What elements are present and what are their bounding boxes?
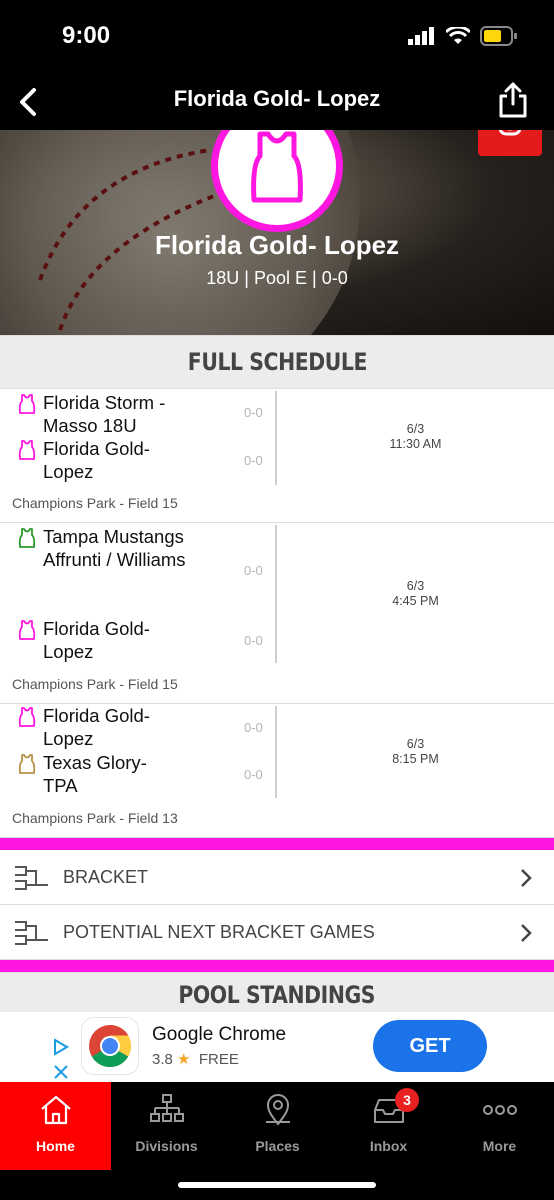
chevron-right-icon — [521, 869, 532, 887]
divisions-icon — [149, 1094, 184, 1122]
team-name: Florida Gold- Lopez — [154, 230, 400, 260]
tab-home[interactable]: Home — [0, 1082, 111, 1170]
bracket-icon — [15, 866, 48, 890]
game-card[interactable]: Florida Gold- Lopez 0-0 Texas Glory-TPA … — [0, 704, 554, 838]
more-dots-icon — [482, 1105, 517, 1115]
location-pin-icon — [265, 1094, 290, 1126]
away-team[interactable]: Florida Gold- Lopez — [16, 437, 203, 483]
get-button[interactable]: GET — [373, 1020, 487, 1072]
team-score: 0-0 — [244, 720, 263, 735]
chrome-app-icon — [82, 1018, 138, 1074]
tab-more[interactable]: More — [444, 1082, 554, 1170]
ad-title: Google Chrome — [152, 1024, 287, 1045]
jersey-icon — [18, 440, 36, 460]
team-name: Florida Gold- Lopez — [43, 618, 150, 662]
link-label: POTENTIAL NEXT BRACKET GAMES — [63, 922, 375, 942]
tab-inbox[interactable]: 3 Inbox — [333, 1082, 444, 1170]
inbox-badge: 3 — [395, 1088, 419, 1112]
team-hero: Florida Gold- Lopez 18U | Pool E | 0-0 — [0, 130, 554, 335]
chrome-logo-icon — [89, 1025, 132, 1068]
game-time: 11:30 AM — [389, 437, 442, 451]
jersey-icon — [18, 754, 36, 774]
nav-bar: Florida Gold- Lopez — [0, 74, 554, 130]
tab-label: Inbox — [369, 1138, 408, 1154]
section-divider — [0, 838, 554, 850]
team-score: 0-0 — [244, 453, 263, 468]
full-schedule-header: FULL SCHEDULE — [0, 335, 554, 389]
bracket-icon — [15, 921, 48, 945]
star-icon: ★ — [177, 1051, 191, 1068]
section-divider — [0, 960, 554, 972]
team-score: 0-0 — [244, 767, 263, 782]
game-venue: Champions Park - Field 15 — [12, 676, 178, 692]
ad-banner[interactable]: Google Chrome 3.8 ★ FREE GET — [0, 1012, 554, 1082]
jersey-icon — [251, 131, 303, 203]
home-team[interactable]: Florida Gold- Lopez — [16, 704, 163, 750]
share-icon[interactable] — [496, 80, 530, 120]
tab-label: Home — [36, 1138, 75, 1154]
link-label: BRACKET — [63, 867, 149, 887]
game-time: 8:15 PM — [392, 752, 439, 766]
ad-rating: 3.8 — [152, 1051, 173, 1068]
team-score: 0-0 — [244, 563, 263, 578]
team-score: 0-0 — [244, 405, 263, 420]
home-team[interactable]: Florida Storm - Masso 18U — [16, 391, 203, 437]
chevron-right-icon — [521, 924, 532, 942]
game-venue: Champions Park - Field 13 — [12, 810, 178, 826]
instagram-icon — [498, 130, 522, 136]
status-icons — [408, 26, 518, 46]
game-card[interactable]: Florida Storm - Masso 18U 0-0 Florida Go… — [0, 389, 554, 523]
game-card[interactable]: Tampa Mustangs Affrunti / Williams 0-0 F… — [0, 523, 554, 704]
potential-bracket-games-link[interactable]: POTENTIAL NEXT BRACKET GAMES — [0, 905, 554, 960]
jersey-icon — [18, 394, 36, 414]
bracket-link[interactable]: BRACKET — [0, 850, 554, 905]
team-name: Tampa Mustangs Affrunti / Williams — [43, 526, 186, 570]
game-date: 6/3 — [406, 579, 425, 593]
game-date: 6/3 — [406, 737, 425, 751]
adchoices-icon[interactable] — [52, 1038, 70, 1082]
team-name: Florida Storm - Masso 18U — [43, 392, 166, 436]
status-bar: 9:00 — [0, 0, 554, 74]
team-name: Texas Glory-TPA — [43, 752, 147, 796]
team-division-record: 18U | Pool E | 0-0 — [206, 268, 348, 288]
tab-places[interactable]: Places — [222, 1082, 333, 1170]
status-time: 9:00 — [62, 22, 111, 49]
team-name: Florida Gold- Lopez — [43, 438, 150, 482]
tab-label: More — [482, 1138, 517, 1154]
tab-label: Divisions — [135, 1138, 198, 1154]
team-score: 0-0 — [244, 633, 263, 648]
wifi-icon — [446, 27, 470, 44]
instagram-button[interactable] — [478, 130, 542, 156]
team-name: Florida Gold- Lopez — [43, 705, 150, 749]
page-title: Florida Gold- Lopez — [173, 86, 381, 111]
away-team[interactable]: Florida Gold- Lopez — [16, 617, 203, 663]
game-time: 4:45 PM — [392, 594, 439, 608]
tab-label: Places — [255, 1138, 300, 1154]
home-icon — [40, 1095, 71, 1125]
ad-price: FREE — [198, 1051, 239, 1068]
cellular-signal-icon — [408, 27, 434, 45]
jersey-icon — [18, 528, 36, 548]
game-venue: Champions Park - Field 15 — [12, 495, 178, 511]
away-team[interactable]: Texas Glory-TPA — [16, 751, 153, 797]
game-date: 6/3 — [406, 422, 425, 436]
ad-meta: 3.8 ★ FREE — [152, 1050, 239, 1068]
battery-icon — [480, 26, 517, 46]
jersey-icon — [18, 707, 36, 727]
tab-divisions[interactable]: Divisions — [111, 1082, 222, 1170]
home-team[interactable]: Tampa Mustangs Affrunti / Williams — [16, 525, 193, 571]
jersey-icon — [18, 620, 36, 640]
home-indicator — [178, 1182, 376, 1188]
